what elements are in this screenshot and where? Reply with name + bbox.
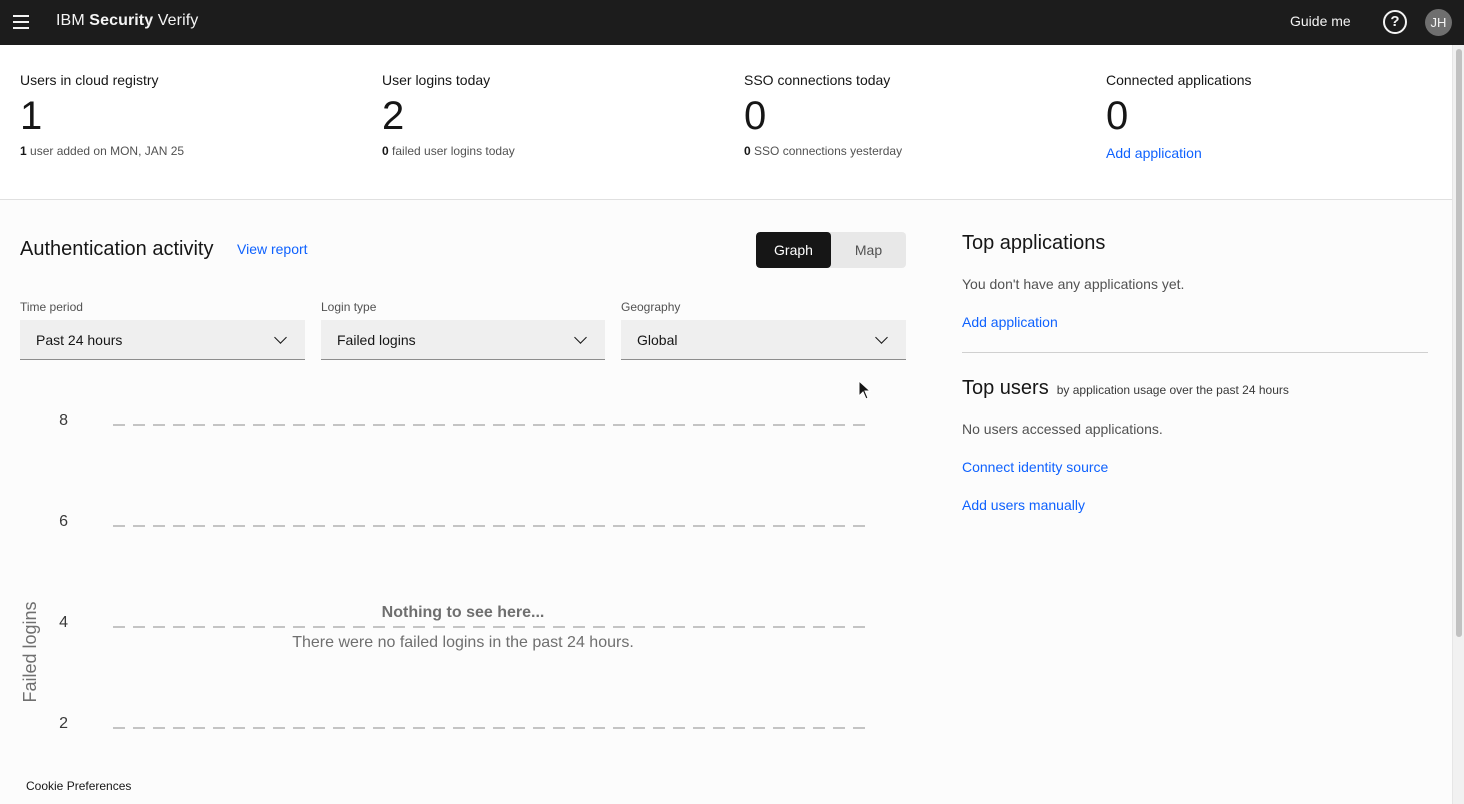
brand-suffix: Verify [157, 12, 199, 29]
stat-user-logins-today: User logins today 2 0 failed user logins… [382, 72, 722, 158]
empty-state-title: Nothing to see here... [382, 604, 545, 621]
stat-value: 0 [744, 94, 767, 138]
y-tick-label: 8 [59, 412, 68, 429]
stat-subtext: 1 user added on MON, JAN 25 [20, 144, 360, 158]
menu-bar-line [13, 27, 29, 29]
stat-subtext: 0 failed user logins today [382, 144, 722, 158]
scrollbar-thumb[interactable] [1456, 49, 1462, 637]
stat-subtext: 0 SSO connections yesterday [744, 144, 1084, 158]
stat-connected-applications: Connected applications 0 Add application [1106, 72, 1446, 163]
stat-value: 2 [382, 94, 405, 138]
empty-state-message: There were no failed logins in the past … [292, 634, 634, 651]
top-applications-empty-text: You don't have any applications yet. [962, 276, 1185, 292]
add-application-link[interactable]: Add application [1106, 145, 1202, 161]
top-applications-title: Top applications [962, 232, 1106, 254]
add-application-link[interactable]: Add application [962, 314, 1058, 330]
stat-label: SSO connections today [744, 72, 891, 88]
menu-bar-line [13, 15, 29, 17]
stat-label: User logins today [382, 72, 491, 88]
brand-bold: Security [89, 12, 154, 29]
top-navigation-bar: IBM Security Verify Guide me ? JH [0, 0, 1464, 45]
y-tick-label: 6 [59, 513, 68, 530]
stat-sub-count: 0 [744, 144, 751, 158]
stat-value: 1 [20, 94, 43, 138]
product-name[interactable]: IBM Security Verify [56, 12, 198, 30]
user-avatar[interactable]: JH [1425, 9, 1452, 36]
stat-label: Users in cloud registry [20, 72, 159, 88]
failed-logins-chart: Failed logins 8 6 4 2 Nothing to see here..… [20, 412, 866, 732]
y-tick-label: 2 [59, 715, 68, 732]
top-users-title: Top users by application usage over the p… [962, 377, 1289, 400]
stat-label: Connected applications [1106, 72, 1252, 88]
stats-summary: Users in cloud registry 1 1 user added o… [0, 45, 1452, 200]
stat-sub-count: 0 [382, 144, 389, 158]
stat-sub-text: failed user logins today [392, 144, 515, 158]
stat-value: 0 [1106, 94, 1129, 138]
y-axis-label: Failed logins [20, 601, 40, 702]
stat-sso-connections-today: SSO connections today 0 0 SSO connection… [744, 72, 1084, 158]
top-users-empty-text: No users accessed applications. [962, 421, 1163, 437]
main-content: Authentication activity View report Grap… [0, 200, 1452, 804]
connect-identity-source-link[interactable]: Connect identity source [962, 459, 1108, 475]
stat-sub-text: user added on MON, JAN 25 [30, 144, 185, 158]
stat-sub-text: SSO connections yesterday [754, 144, 903, 158]
add-users-manually-link[interactable]: Add users manually [962, 497, 1085, 513]
section-divider [962, 352, 1428, 353]
brand-prefix: IBM [56, 12, 85, 29]
hamburger-icon[interactable] [8, 8, 36, 36]
help-icon[interactable]: ? [1383, 10, 1407, 34]
menu-bar-line [13, 21, 29, 23]
stat-users-in-registry: Users in cloud registry 1 1 user added o… [20, 72, 360, 158]
y-tick-label: 4 [59, 614, 68, 631]
page-scrollbar[interactable] [1452, 45, 1464, 804]
top-users-subtitle: by application usage over the past 24 ho… [1056, 383, 1289, 397]
top-users-heading: Top users [962, 377, 1049, 399]
mouse-cursor-icon [858, 380, 872, 400]
guide-me-button[interactable]: Guide me [1290, 13, 1351, 29]
cookie-preferences-link[interactable]: Cookie Preferences [26, 779, 131, 793]
stat-sub-count: 1 [20, 144, 27, 158]
